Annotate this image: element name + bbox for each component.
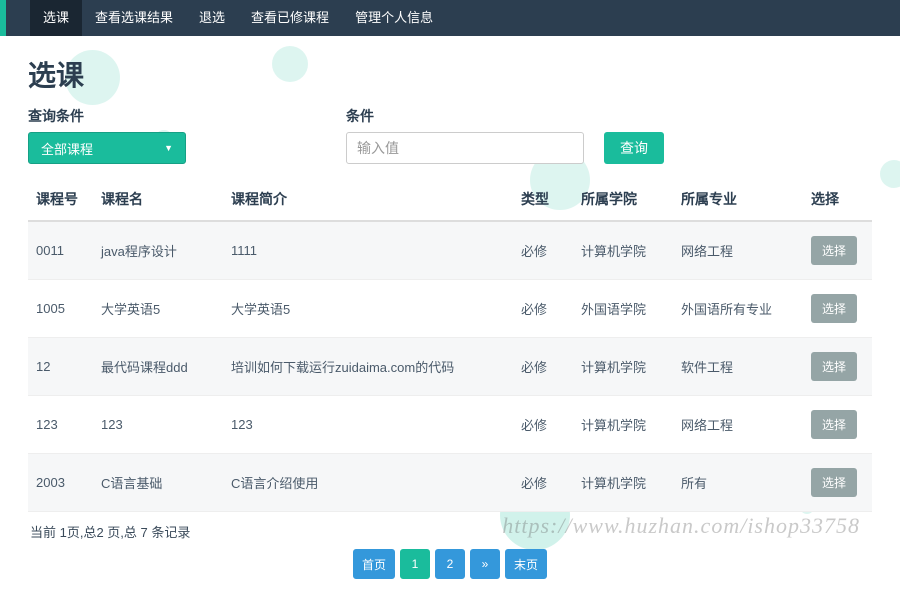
- select-button[interactable]: 选择: [811, 294, 857, 323]
- cell-action: 选择: [803, 454, 872, 512]
- select-button[interactable]: 选择: [811, 352, 857, 381]
- cell-desc: 大学英语5: [223, 280, 513, 338]
- cell-type: 必修: [513, 338, 573, 396]
- page-1-button[interactable]: 1: [400, 549, 430, 579]
- cell-name: 大学英语5: [93, 280, 223, 338]
- cell-college: 计算机学院: [573, 338, 673, 396]
- cell-id: 2003: [28, 454, 93, 512]
- cell-college: 计算机学院: [573, 396, 673, 454]
- page-first-button[interactable]: 首页: [353, 549, 395, 579]
- cell-major: 外国语所有专业: [673, 280, 803, 338]
- cell-college: 外国语学院: [573, 280, 673, 338]
- cell-name: java程序设计: [93, 221, 223, 280]
- course-table: 课程号 课程名 课程简介 类型 所属学院 所属专业 选择 0011java程序设…: [28, 178, 872, 512]
- cell-type: 必修: [513, 454, 573, 512]
- select-button[interactable]: 选择: [811, 410, 857, 439]
- nav-item-view-selection[interactable]: 查看选课结果: [82, 0, 186, 36]
- cell-id: 1005: [28, 280, 93, 338]
- cell-name: 最代码课程ddd: [93, 338, 223, 396]
- cell-desc: 123: [223, 396, 513, 454]
- cell-desc: 培训如何下载运行zuidaima.com的代码: [223, 338, 513, 396]
- main-nav: 选课 查看选课结果 退选 查看已修课程 管理个人信息: [0, 0, 900, 36]
- course-filter-dropdown[interactable]: 全部课程: [28, 132, 186, 164]
- th-major: 所属专业: [673, 178, 803, 221]
- table-row: 123123123必修计算机学院网络工程选择: [28, 396, 872, 454]
- page-title: 选课: [28, 54, 872, 94]
- nav-item-completed-courses[interactable]: 查看已修课程: [238, 0, 342, 36]
- cell-type: 必修: [513, 396, 573, 454]
- cell-type: 必修: [513, 280, 573, 338]
- cell-major: 所有: [673, 454, 803, 512]
- th-course-id: 课程号: [28, 178, 93, 221]
- th-action: 选择: [803, 178, 872, 221]
- page-next-button[interactable]: »: [470, 549, 500, 579]
- cell-action: 选择: [803, 280, 872, 338]
- condition-label: 条件: [346, 106, 584, 126]
- cell-college: 计算机学院: [573, 221, 673, 280]
- nav-item-select-course[interactable]: 选课: [30, 0, 82, 36]
- cell-action: 选择: [803, 396, 872, 454]
- cell-major: 网络工程: [673, 396, 803, 454]
- th-course-desc: 课程简介: [223, 178, 513, 221]
- filter-bar: 查询条件 全部课程 条件 . 查询: [28, 106, 872, 164]
- table-row: 2003C语言基础C语言介绍使用必修计算机学院所有选择: [28, 454, 872, 512]
- page-last-button[interactable]: 末页: [505, 549, 547, 579]
- cell-major: 网络工程: [673, 221, 803, 280]
- cell-action: 选择: [803, 221, 872, 280]
- cell-action: 选择: [803, 338, 872, 396]
- cell-id: 12: [28, 338, 93, 396]
- pagination: 首页 1 2 » 末页: [28, 549, 872, 579]
- th-college: 所属学院: [573, 178, 673, 221]
- table-row: 0011java程序设计1111必修计算机学院网络工程选择: [28, 221, 872, 280]
- logo-accent: [0, 0, 6, 36]
- select-button[interactable]: 选择: [811, 468, 857, 497]
- nav-item-drop-course[interactable]: 退选: [186, 0, 238, 36]
- cell-name: C语言基础: [93, 454, 223, 512]
- cell-id: 0011: [28, 221, 93, 280]
- table-row: 12最代码课程ddd培训如何下载运行zuidaima.com的代码必修计算机学院…: [28, 338, 872, 396]
- cell-name: 123: [93, 396, 223, 454]
- nav-item-manage-profile[interactable]: 管理个人信息: [342, 0, 446, 36]
- query-condition-label: 查询条件: [28, 106, 186, 126]
- query-button[interactable]: 查询: [604, 132, 664, 164]
- th-course-type: 类型: [513, 178, 573, 221]
- cell-id: 123: [28, 396, 93, 454]
- select-button[interactable]: 选择: [811, 236, 857, 265]
- pagination-summary: 当前 1页,总2 页,总 7 条记录: [28, 522, 872, 541]
- cell-desc: 1111: [223, 221, 513, 280]
- table-row: 1005大学英语5大学英语5必修外国语学院外国语所有专业选择: [28, 280, 872, 338]
- cell-desc: C语言介绍使用: [223, 454, 513, 512]
- condition-input[interactable]: [346, 132, 584, 164]
- cell-college: 计算机学院: [573, 454, 673, 512]
- page-2-button[interactable]: 2: [435, 549, 465, 579]
- dropdown-value: 全部课程: [41, 139, 93, 158]
- th-course-name: 课程名: [93, 178, 223, 221]
- cell-type: 必修: [513, 221, 573, 280]
- cell-major: 软件工程: [673, 338, 803, 396]
